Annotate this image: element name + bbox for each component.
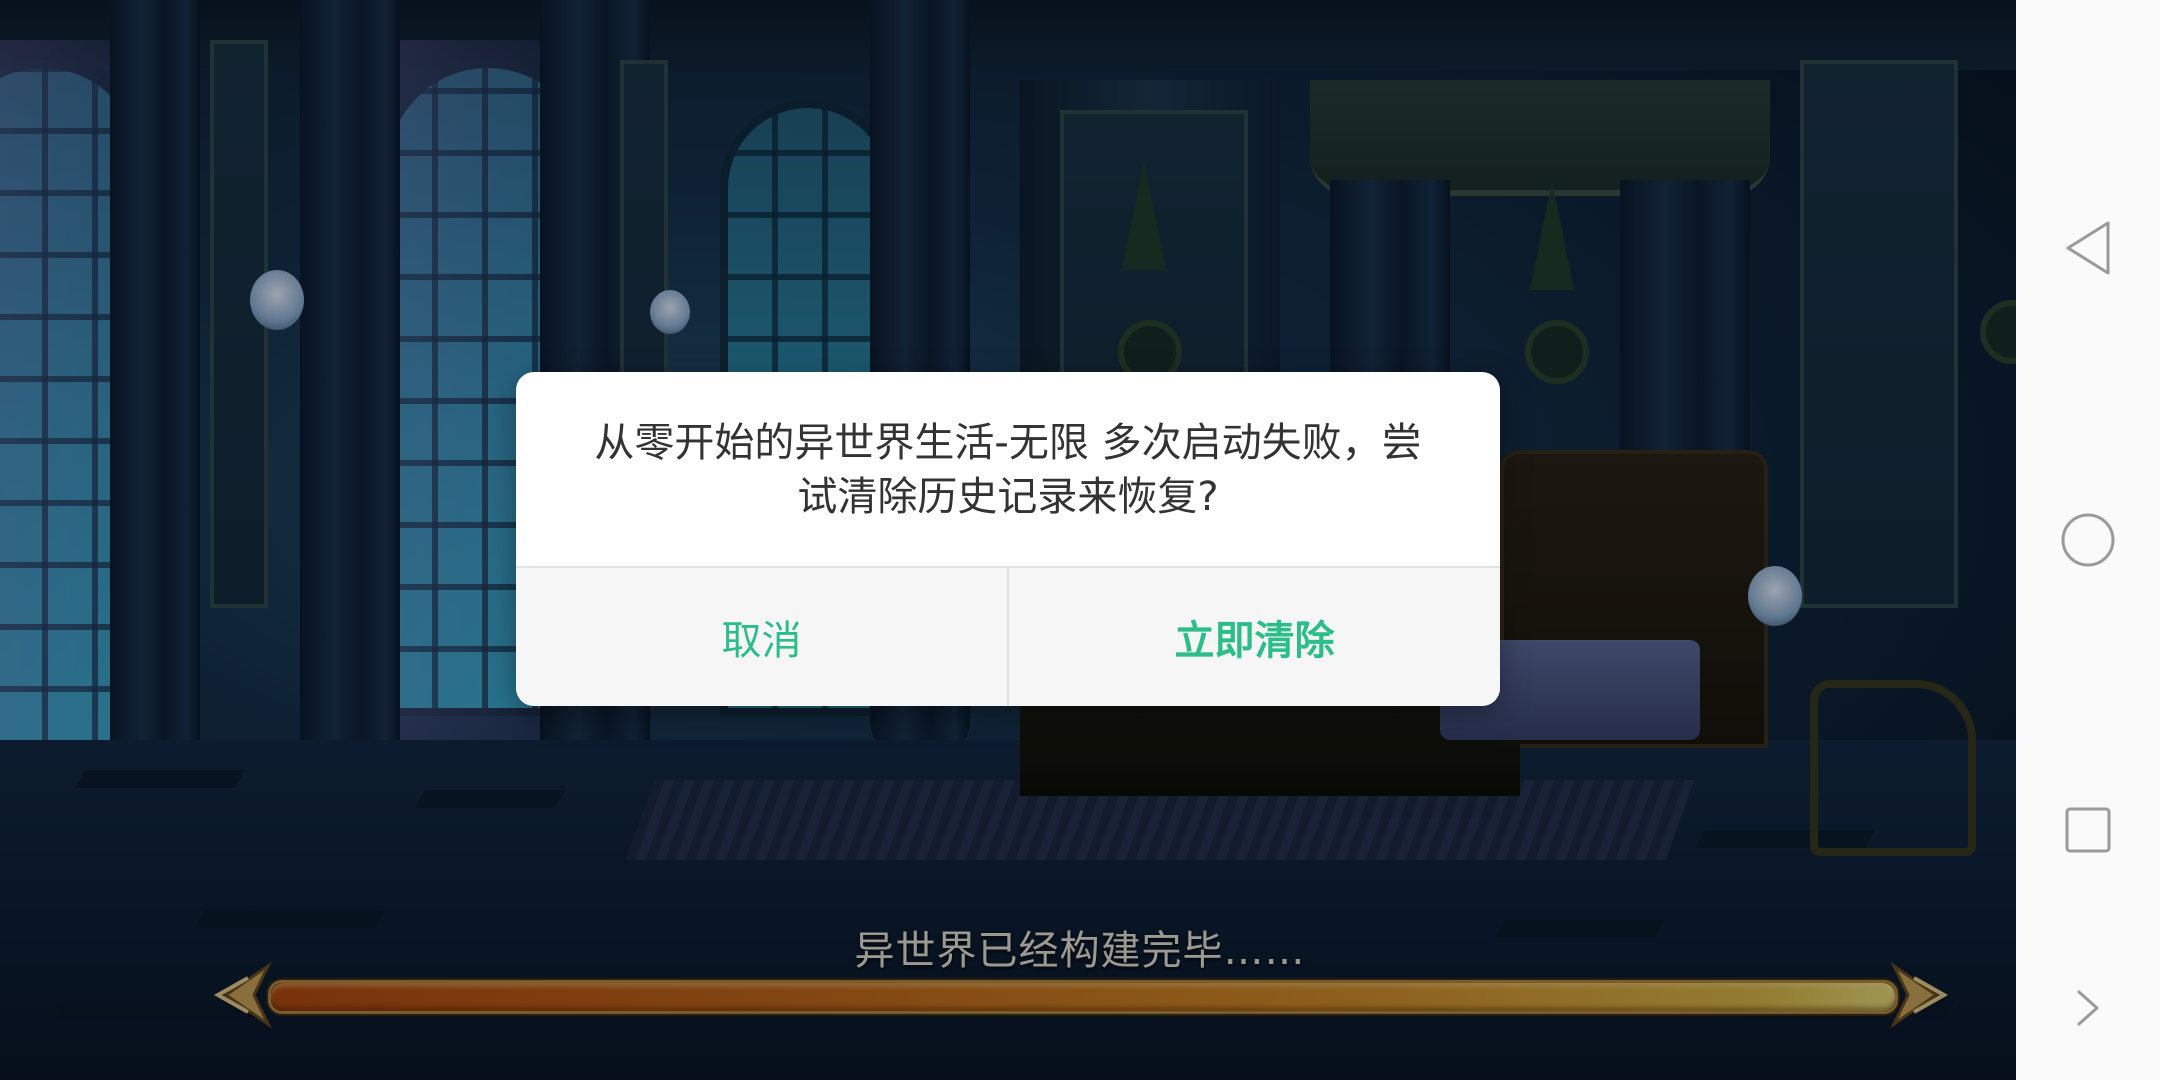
back-button[interactable] (2058, 218, 2118, 278)
chevron-right-icon (2077, 990, 2099, 1026)
navigation-bar (2016, 0, 2160, 1080)
recents-button[interactable] (2058, 800, 2118, 860)
home-button[interactable] (2058, 510, 2118, 570)
expand-button[interactable] (2058, 978, 2118, 1038)
crash-recovery-dialog: 从零开始的异世界生活-无限 多次启动失败，尝试清除历史记录来恢复? 取消 立即清… (516, 372, 1500, 706)
home-icon (2061, 513, 2115, 567)
dialog-message: 从零开始的异世界生活-无限 多次启动失败，尝试清除历史记录来恢复? (594, 420, 1422, 520)
dialog-button-row: 取消 立即清除 (516, 566, 1500, 706)
cancel-button[interactable]: 取消 (516, 568, 1007, 706)
clear-now-button[interactable]: 立即清除 (1009, 568, 1500, 706)
screen: 异世界已经构建完毕…… 从零开始的异世界生活-无限 多次启动失败，尝试清除历史记… (0, 0, 2160, 1080)
back-icon (2066, 221, 2110, 275)
recents-icon (2065, 807, 2111, 853)
